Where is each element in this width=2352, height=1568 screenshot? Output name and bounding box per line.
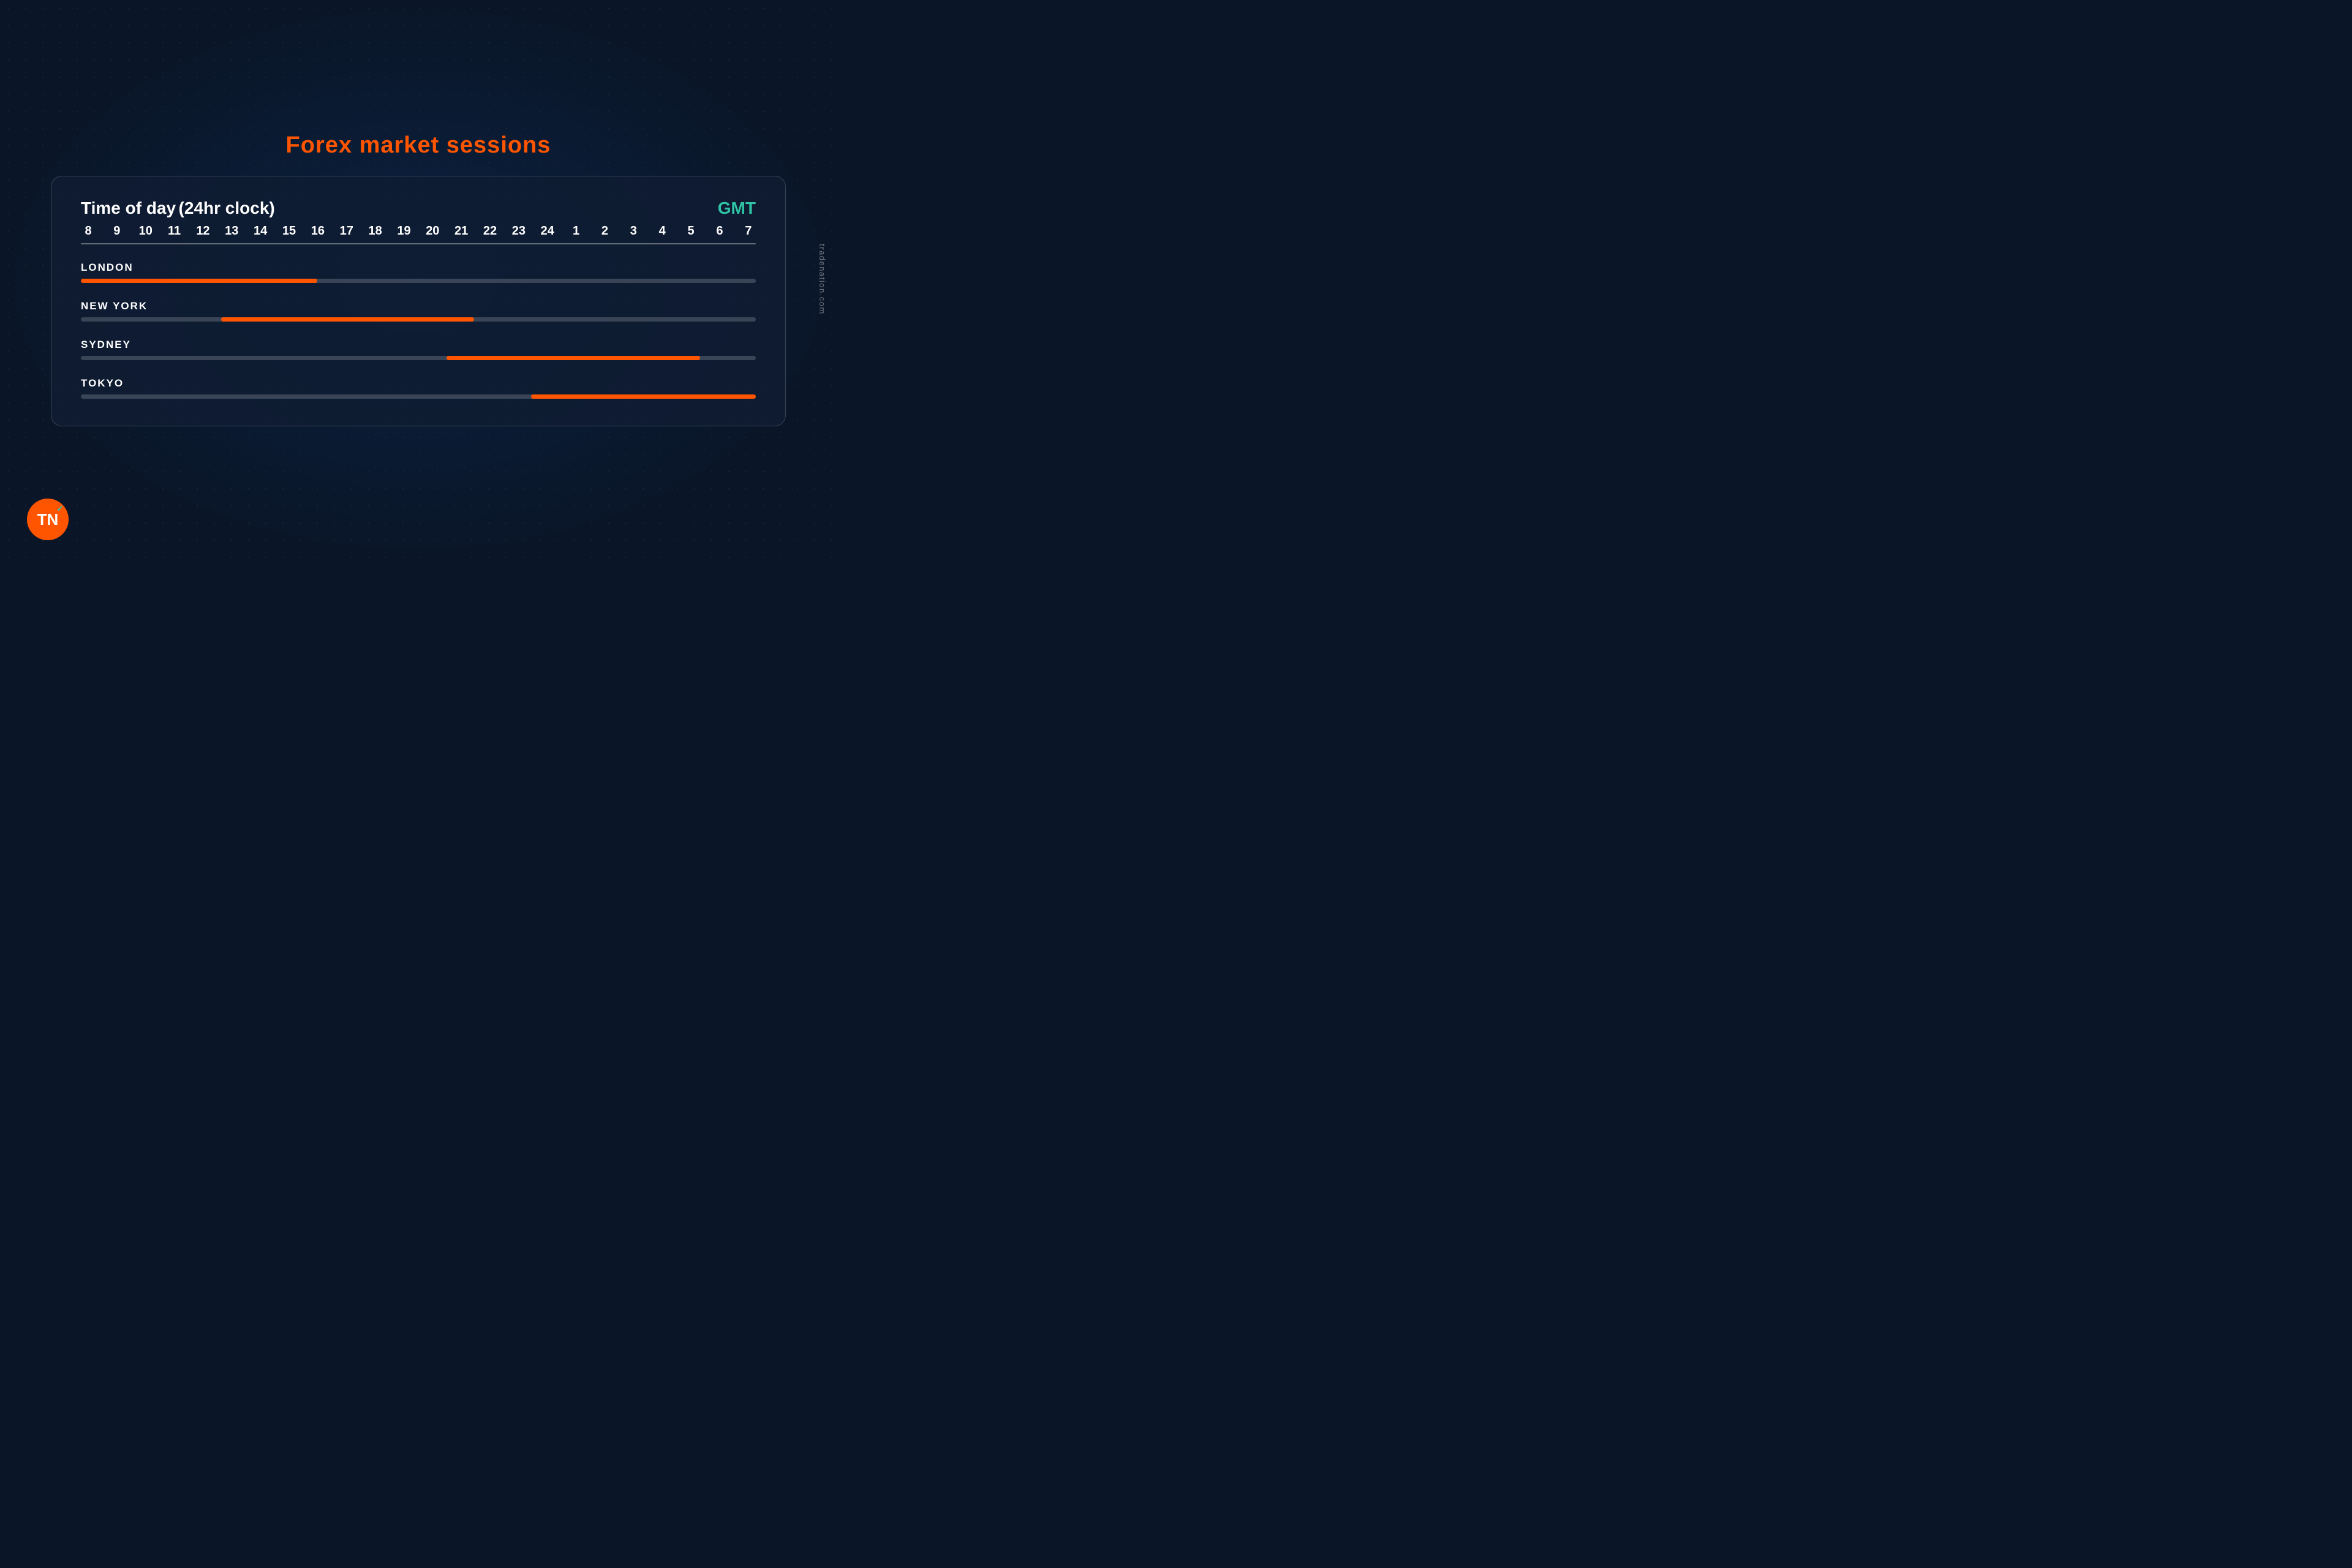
- time-tick-17: 17: [339, 224, 354, 238]
- time-of-day-label: Time of day (24hr clock): [81, 198, 275, 218]
- clock-note: (24hr clock): [179, 198, 275, 217]
- time-of-day-title: Time of day: [81, 198, 176, 217]
- time-tick-1: 1: [569, 224, 584, 238]
- logo-text: TN: [37, 510, 59, 529]
- page-wrapper: Forex market sessions Time of day (24hr …: [0, 0, 837, 559]
- session-london-bar: [81, 279, 317, 283]
- session-sydney-track: [81, 356, 756, 360]
- title-prefix: Forex: [286, 132, 360, 158]
- card-header: Time of day (24hr clock) GMT: [81, 198, 756, 218]
- time-axis: 891011121314151617181920212223241234567: [81, 224, 756, 242]
- page-title: Forex market sessions: [286, 132, 551, 159]
- title-highlight: market sessions: [360, 132, 551, 158]
- session-sydney-label: SYDNEY: [81, 339, 756, 351]
- time-tick-3: 3: [626, 224, 641, 238]
- logo-circle: TN ✓: [27, 499, 69, 540]
- axis-line: [81, 243, 756, 244]
- time-tick-10: 10: [138, 224, 153, 238]
- time-tick-22: 22: [483, 224, 497, 238]
- session-sydney-bar: [447, 356, 699, 360]
- session-sydney: SYDNEY: [81, 339, 756, 360]
- time-tick-14: 14: [253, 224, 268, 238]
- session-newyork-bar: [221, 317, 474, 322]
- session-london-track: [81, 279, 756, 283]
- time-tick-7: 7: [741, 224, 756, 238]
- time-tick-9: 9: [110, 224, 124, 238]
- time-tick-16: 16: [311, 224, 325, 238]
- time-tick-4: 4: [655, 224, 669, 238]
- time-tick-11: 11: [167, 224, 182, 238]
- time-tick-19: 19: [396, 224, 411, 238]
- watermark: tradenation.com: [818, 244, 827, 315]
- gmt-label: GMT: [718, 198, 756, 218]
- time-tick-5: 5: [684, 224, 698, 238]
- time-tick-8: 8: [81, 224, 96, 238]
- time-tick-21: 21: [454, 224, 469, 238]
- session-london: LONDON: [81, 262, 756, 283]
- time-tick-12: 12: [195, 224, 210, 238]
- time-tick-13: 13: [224, 224, 239, 238]
- time-tick-2: 2: [597, 224, 612, 238]
- logo-checkmark: ✓: [56, 503, 64, 514]
- main-card: Time of day (24hr clock) GMT 89101112131…: [51, 176, 786, 426]
- time-tick-20: 20: [425, 224, 440, 238]
- session-london-label: LONDON: [81, 262, 756, 274]
- time-tick-6: 6: [712, 224, 727, 238]
- session-tokyo-track: [81, 394, 756, 399]
- time-tick-15: 15: [282, 224, 296, 238]
- session-tokyo-bar: [531, 394, 756, 399]
- time-tick-18: 18: [368, 224, 383, 238]
- session-tokyo: TOKYO: [81, 377, 756, 399]
- session-newyork: NEW YORK: [81, 300, 756, 322]
- time-tick-24: 24: [540, 224, 555, 238]
- time-tick-23: 23: [511, 224, 526, 238]
- session-newyork-track: [81, 317, 756, 322]
- session-tokyo-label: TOKYO: [81, 377, 756, 390]
- session-newyork-label: NEW YORK: [81, 300, 756, 312]
- logo-wrapper: TN ✓: [27, 499, 69, 540]
